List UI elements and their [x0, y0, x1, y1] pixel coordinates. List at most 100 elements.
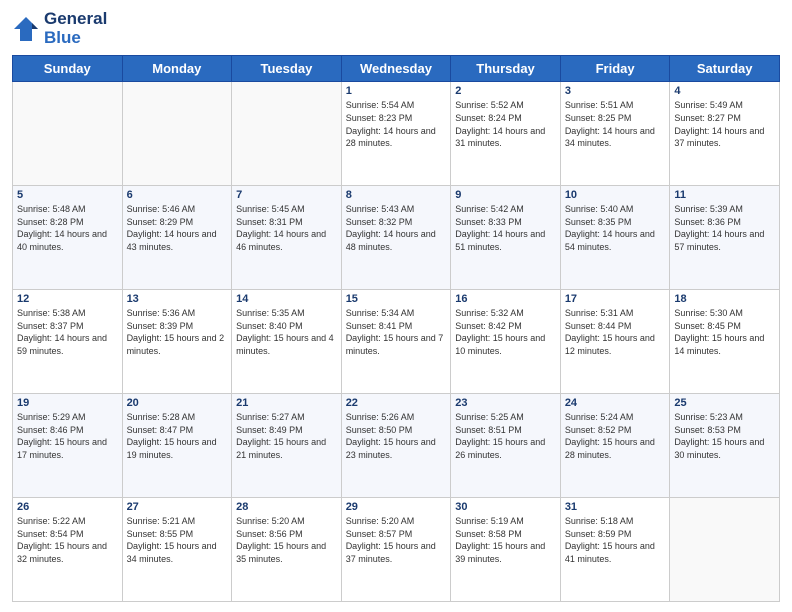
calendar-cell: 29 Sunrise: 5:20 AMSunset: 8:57 PMDayligh…	[341, 498, 451, 602]
calendar-day-header: Friday	[560, 56, 670, 82]
day-number: 3	[565, 85, 666, 97]
calendar-header-row: SundayMondayTuesdayWednesdayThursdayFrid…	[13, 56, 780, 82]
calendar-cell: 5 Sunrise: 5:48 AMSunset: 8:28 PMDaylight…	[13, 186, 123, 290]
calendar-cell: 26 Sunrise: 5:22 AMSunset: 8:54 PMDayligh…	[13, 498, 123, 602]
day-number: 22	[346, 397, 447, 409]
day-info: Sunrise: 5:45 AMSunset: 8:31 PMDaylight:…	[236, 203, 337, 253]
calendar-cell: 30 Sunrise: 5:19 AMSunset: 8:58 PMDayligh…	[451, 498, 561, 602]
day-info: Sunrise: 5:22 AMSunset: 8:54 PMDaylight:…	[17, 515, 118, 565]
calendar-day-header: Monday	[122, 56, 232, 82]
day-info: Sunrise: 5:19 AMSunset: 8:58 PMDaylight:…	[455, 515, 556, 565]
day-number: 19	[17, 397, 118, 409]
day-number: 21	[236, 397, 337, 409]
calendar-cell: 14 Sunrise: 5:35 AMSunset: 8:40 PMDayligh…	[232, 290, 342, 394]
day-number: 13	[127, 293, 228, 305]
calendar-week-row: 19 Sunrise: 5:29 AMSunset: 8:46 PMDayligh…	[13, 394, 780, 498]
day-number: 14	[236, 293, 337, 305]
day-number: 18	[674, 293, 775, 305]
day-info: Sunrise: 5:21 AMSunset: 8:55 PMDaylight:…	[127, 515, 228, 565]
calendar-cell: 11 Sunrise: 5:39 AMSunset: 8:36 PMDayligh…	[670, 186, 780, 290]
day-number: 12	[17, 293, 118, 305]
calendar-cell: 13 Sunrise: 5:36 AMSunset: 8:39 PMDayligh…	[122, 290, 232, 394]
day-info: Sunrise: 5:20 AMSunset: 8:56 PMDaylight:…	[236, 515, 337, 565]
day-info: Sunrise: 5:51 AMSunset: 8:25 PMDaylight:…	[565, 99, 666, 149]
day-number: 16	[455, 293, 556, 305]
day-number: 4	[674, 85, 775, 97]
logo: General Blue	[12, 10, 107, 47]
logo-text: General Blue	[44, 10, 107, 47]
day-info: Sunrise: 5:35 AMSunset: 8:40 PMDaylight:…	[236, 307, 337, 357]
day-number: 5	[17, 189, 118, 201]
day-info: Sunrise: 5:52 AMSunset: 8:24 PMDaylight:…	[455, 99, 556, 149]
day-info: Sunrise: 5:39 AMSunset: 8:36 PMDaylight:…	[674, 203, 775, 253]
day-info: Sunrise: 5:30 AMSunset: 8:45 PMDaylight:…	[674, 307, 775, 357]
header: General Blue	[12, 10, 780, 47]
day-number: 29	[346, 501, 447, 513]
calendar-week-row: 12Sunrise: 5:38 AMSunset: 8:37 PMDayligh…	[13, 290, 780, 394]
calendar-cell: 16 Sunrise: 5:32 AMSunset: 8:42 PMDayligh…	[451, 290, 561, 394]
calendar-cell: 22 Sunrise: 5:26 AMSunset: 8:50 PMDayligh…	[341, 394, 451, 498]
calendar-cell	[670, 498, 780, 602]
day-info: Sunrise: 5:48 AMSunset: 8:28 PMDaylight:…	[17, 203, 118, 253]
day-number: 25	[674, 397, 775, 409]
day-info: Sunrise: 5:43 AMSunset: 8:32 PMDaylight:…	[346, 203, 447, 253]
calendar-cell: 7 Sunrise: 5:45 AMSunset: 8:31 PMDaylight…	[232, 186, 342, 290]
day-info: Sunrise: 5:23 AMSunset: 8:53 PMDaylight:…	[674, 411, 775, 461]
day-info: Sunrise: 5:24 AMSunset: 8:52 PMDaylight:…	[565, 411, 666, 461]
day-info: Sunrise: 5:36 AMSunset: 8:39 PMDaylight:…	[127, 307, 228, 357]
calendar-cell: 27Sunrise: 5:21 AMSunset: 8:55 PMDayligh…	[122, 498, 232, 602]
day-info: Sunrise: 5:49 AMSunset: 8:27 PMDaylight:…	[674, 99, 775, 149]
day-info: Sunrise: 5:26 AMSunset: 8:50 PMDaylight:…	[346, 411, 447, 461]
calendar-cell: 24 Sunrise: 5:24 AMSunset: 8:52 PMDayligh…	[560, 394, 670, 498]
day-info: Sunrise: 5:18 AMSunset: 8:59 PMDaylight:…	[565, 515, 666, 565]
day-number: 24	[565, 397, 666, 409]
day-number: 1	[346, 85, 447, 97]
day-info: Sunrise: 5:27 AMSunset: 8:49 PMDaylight:…	[236, 411, 337, 461]
day-number: 7	[236, 189, 337, 201]
calendar-table: SundayMondayTuesdayWednesdayThursdayFrid…	[12, 55, 780, 602]
calendar-cell: 31 Sunrise: 5:18 AMSunset: 8:59 PMDayligh…	[560, 498, 670, 602]
calendar-cell	[122, 82, 232, 186]
day-number: 26	[17, 501, 118, 513]
calendar-cell: 4 Sunrise: 5:49 AMSunset: 8:27 PMDaylight…	[670, 82, 780, 186]
day-number: 17	[565, 293, 666, 305]
day-number: 31	[565, 501, 666, 513]
calendar-cell: 1 Sunrise: 5:54 AMSunset: 8:23 PMDaylight…	[341, 82, 451, 186]
day-number: 15	[346, 293, 447, 305]
day-number: 8	[346, 189, 447, 201]
day-info: Sunrise: 5:32 AMSunset: 8:42 PMDaylight:…	[455, 307, 556, 357]
day-info: Sunrise: 5:29 AMSunset: 8:46 PMDaylight:…	[17, 411, 118, 461]
day-info: Sunrise: 5:40 AMSunset: 8:35 PMDaylight:…	[565, 203, 666, 253]
calendar-cell: 23Sunrise: 5:25 AMSunset: 8:51 PMDayligh…	[451, 394, 561, 498]
calendar-cell: 18 Sunrise: 5:30 AMSunset: 8:45 PMDayligh…	[670, 290, 780, 394]
calendar-day-header: Wednesday	[341, 56, 451, 82]
calendar-week-row: 26 Sunrise: 5:22 AMSunset: 8:54 PMDayligh…	[13, 498, 780, 602]
day-number: 2	[455, 85, 556, 97]
day-number: 23	[455, 397, 556, 409]
day-info: Sunrise: 5:46 AMSunset: 8:29 PMDaylight:…	[127, 203, 228, 253]
calendar-cell	[232, 82, 342, 186]
logo-icon	[12, 15, 40, 43]
calendar-cell: 8 Sunrise: 5:43 AMSunset: 8:32 PMDaylight…	[341, 186, 451, 290]
day-number: 6	[127, 189, 228, 201]
calendar-cell: 25 Sunrise: 5:23 AMSunset: 8:53 PMDayligh…	[670, 394, 780, 498]
calendar-day-header: Saturday	[670, 56, 780, 82]
calendar-cell: 15 Sunrise: 5:34 AMSunset: 8:41 PMDayligh…	[341, 290, 451, 394]
calendar-cell: 19 Sunrise: 5:29 AMSunset: 8:46 PMDayligh…	[13, 394, 123, 498]
day-number: 10	[565, 189, 666, 201]
calendar-cell: 21 Sunrise: 5:27 AMSunset: 8:49 PMDayligh…	[232, 394, 342, 498]
calendar-day-header: Sunday	[13, 56, 123, 82]
day-info: Sunrise: 5:20 AMSunset: 8:57 PMDaylight:…	[346, 515, 447, 565]
day-info: Sunrise: 5:31 AMSunset: 8:44 PMDaylight:…	[565, 307, 666, 357]
calendar-cell: 9Sunrise: 5:42 AMSunset: 8:33 PMDaylight…	[451, 186, 561, 290]
calendar-cell: 20Sunrise: 5:28 AMSunset: 8:47 PMDayligh…	[122, 394, 232, 498]
day-number: 30	[455, 501, 556, 513]
day-info: Sunrise: 5:34 AMSunset: 8:41 PMDaylight:…	[346, 307, 447, 357]
calendar-day-header: Tuesday	[232, 56, 342, 82]
calendar-cell: 2 Sunrise: 5:52 AMSunset: 8:24 PMDaylight…	[451, 82, 561, 186]
day-info: Sunrise: 5:54 AMSunset: 8:23 PMDaylight:…	[346, 99, 447, 149]
day-info: Sunrise: 5:28 AMSunset: 8:47 PMDaylight:…	[127, 411, 228, 461]
calendar-cell: 6 Sunrise: 5:46 AMSunset: 8:29 PMDaylight…	[122, 186, 232, 290]
day-number: 11	[674, 189, 775, 201]
calendar-week-row: 1 Sunrise: 5:54 AMSunset: 8:23 PMDaylight…	[13, 82, 780, 186]
